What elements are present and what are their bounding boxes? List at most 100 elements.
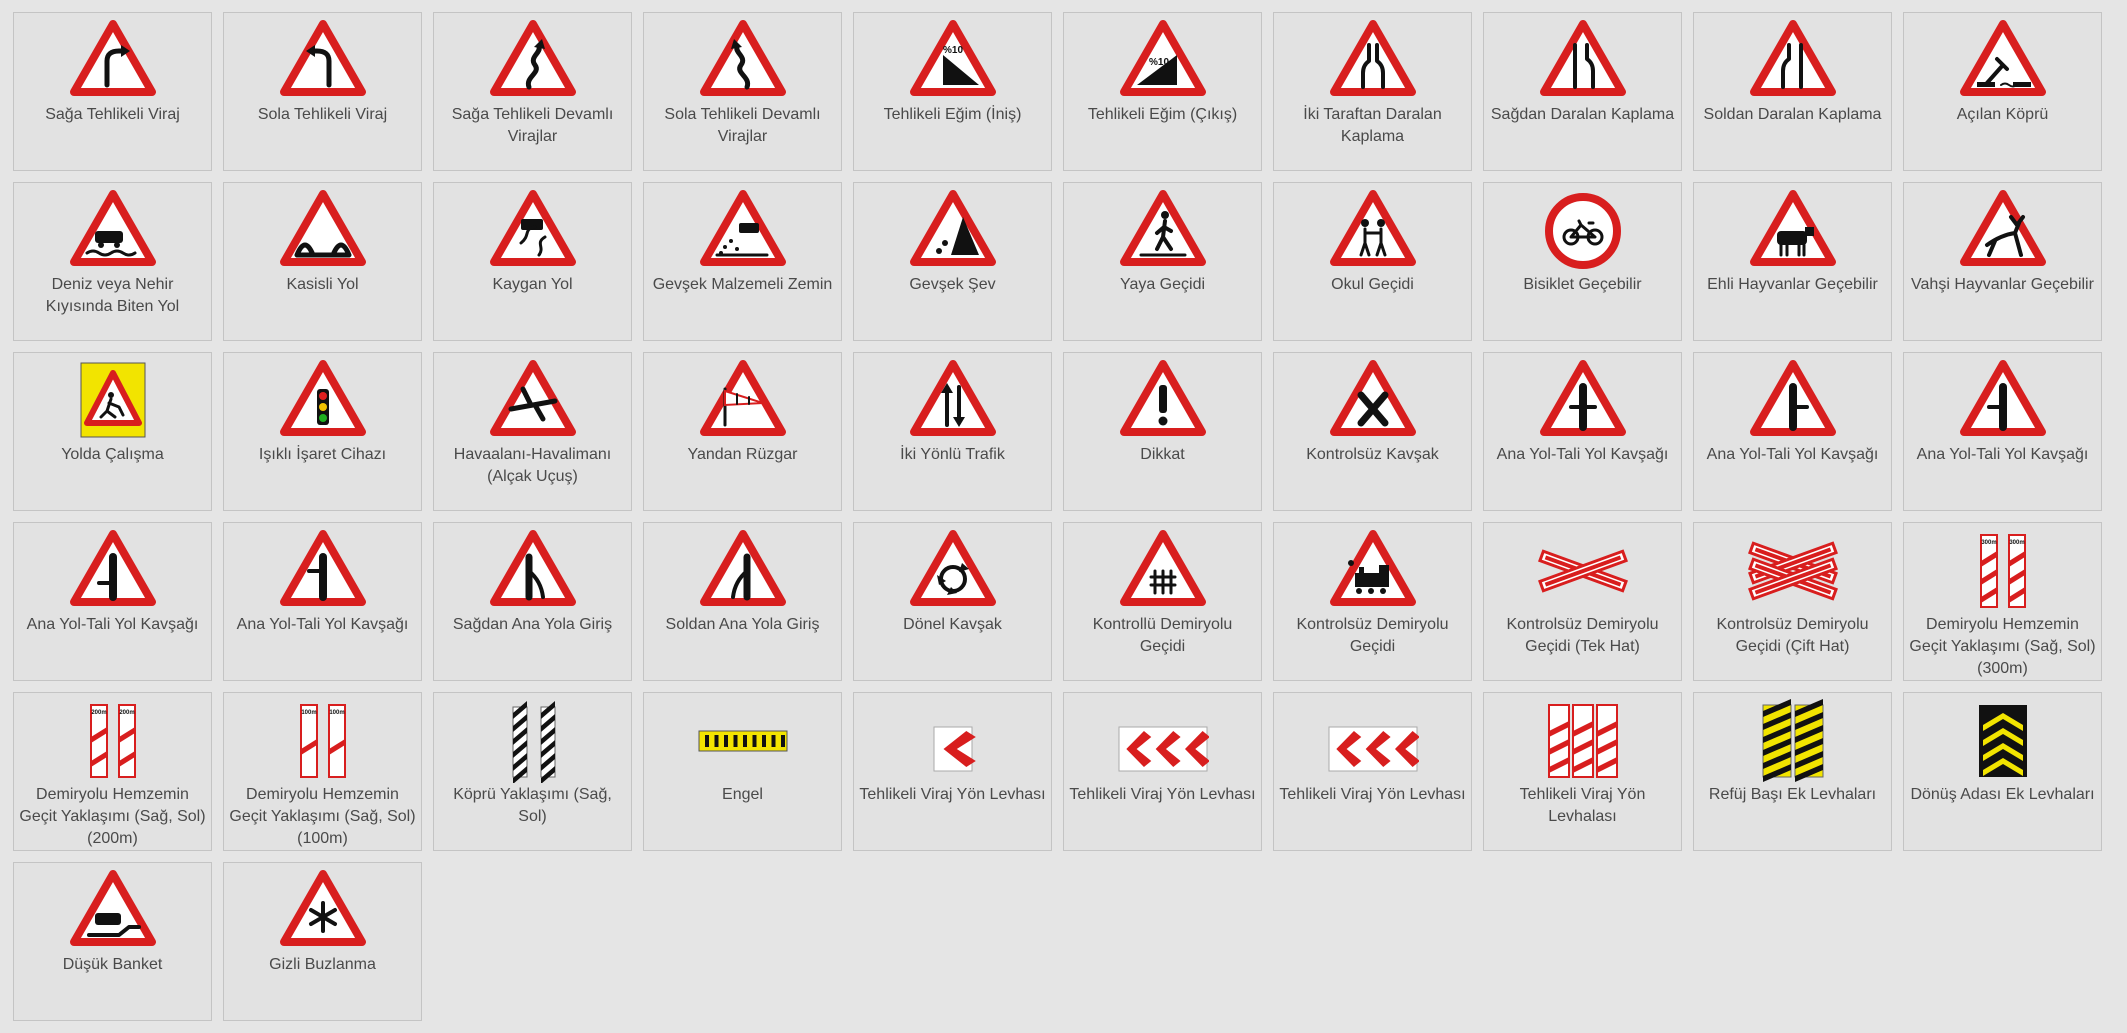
sign-card[interactable]: Kontrolsüz Demiryolu Geçidi	[1273, 522, 1472, 681]
sign-card[interactable]: Tehlikeli Viraj Yön Levhası	[1063, 692, 1262, 851]
sign-card[interactable]: Düşük Banket	[13, 862, 212, 1021]
deer-icon	[1959, 190, 2046, 266]
sign-card[interactable]: Sağa Tehlikeli Viraj	[13, 12, 212, 171]
sign-label: Okul Geçidi	[1331, 276, 1414, 293]
slippery-road-icon	[489, 190, 576, 266]
traffic-light-icon	[279, 360, 366, 436]
countdown-3-icon: 300m 300m	[1979, 534, 2026, 608]
school-crossing-icon	[1329, 190, 1416, 266]
sign-card[interactable]: İki Taraftan Daralan Kaplama	[1273, 12, 1472, 171]
sign-card[interactable]: Köprü Yaklaşımı (Sağ, Sol)	[433, 692, 632, 851]
bumpy-road-icon	[279, 190, 366, 266]
crosswind-icon	[699, 360, 786, 436]
sign-card[interactable]: Dönüş Adası Ek Levhaları	[1903, 692, 2102, 851]
sign-card[interactable]: Kontrolsüz Demiryolu Geçidi (Çift Hat)	[1693, 522, 1892, 681]
sign-card[interactable]: Kaygan Yol	[433, 182, 632, 341]
sign-card[interactable]: Sola Tehlikeli Devamlı Virajlar	[643, 12, 842, 171]
sign-card[interactable]: Deniz veya Nehir Kıyısında Biten Yol	[13, 182, 212, 341]
sign-label: Ana Yol-Tali Yol Kavşağı	[1916, 446, 2089, 463]
sign-card[interactable]: Soldan Ana Yola Giriş	[643, 522, 842, 681]
sign-label: Demiryolu Hemzemin Geçit Yaklaşımı (Sağ,…	[229, 786, 416, 847]
sign-label: Sağa Tehlikeli Devamlı Virajlar	[451, 106, 614, 145]
sign-card[interactable]: Gizli Buzlanma	[223, 862, 422, 1021]
sign-card[interactable]: Dönel Kavşak	[853, 522, 1052, 681]
sign-label: Kasisli Yol	[286, 276, 359, 293]
sign-card[interactable]: Kontrolsüz Demiryolu Geçidi (Tek Hat)	[1483, 522, 1682, 681]
sign-card[interactable]: Dikkat	[1063, 352, 1262, 511]
sign-card[interactable]: Gevşek Şev	[853, 182, 1052, 341]
sign-card[interactable]: Yolda Çalışma	[13, 352, 212, 511]
sign-card[interactable]: Açılan Köprü	[1903, 12, 2102, 171]
sign-card[interactable]: Yaya Geçidi	[1063, 182, 1262, 341]
sign-label: Açılan Köprü	[1956, 106, 2049, 123]
sign-card[interactable]: Havaalanı-Havalimanı (Alçak Uçuş)	[433, 352, 632, 511]
sign-card[interactable]: Ana Yol-Tali Yol Kavşağı	[223, 522, 422, 681]
svg-text:300m: 300m	[2009, 540, 2024, 546]
sign-card[interactable]: Kontrollü Demiryolu Geçidi	[1063, 522, 1262, 681]
sign-card[interactable]: Kontrolsüz Kavşak	[1273, 352, 1472, 511]
sign-card[interactable]: Ehli Hayvanlar Geçebilir	[1693, 182, 1892, 341]
sign-card[interactable]: Soldan Daralan Kaplama	[1693, 12, 1892, 171]
sign-label: Sağdan Daralan Kaplama	[1490, 106, 1675, 123]
sign-label: Soldan Daralan Kaplama	[1703, 106, 1882, 123]
sign-label: Ehli Hayvanlar Geçebilir	[1707, 276, 1878, 293]
sign-card[interactable]: Okul Geçidi	[1273, 182, 1472, 341]
roundabout-icon	[909, 530, 996, 606]
sign-label: Dönel Kavşak	[903, 616, 1002, 633]
svg-text:%10: %10	[1148, 57, 1168, 68]
sign-card[interactable]: Tehlikeli Viraj Yön Levhası	[853, 692, 1052, 851]
sign-label: Kontrollü Demiryolu Geçidi	[1092, 616, 1233, 655]
sign-label: Ana Yol-Tali Yol Kavşağı	[1496, 446, 1669, 463]
hazard-markers-icon	[1547, 704, 1618, 778]
sign-label: Sağdan Ana Yola Giriş	[452, 616, 613, 633]
sign-label: Demiryolu Hemzemin Geçit Yaklaşımı (Sağ,…	[19, 786, 206, 847]
svg-text:200m: 200m	[91, 710, 106, 716]
quay-icon	[69, 190, 156, 266]
low-flying-aircraft-icon	[489, 360, 576, 436]
sign-card[interactable]: Ana Yol-Tali Yol Kavşağı	[1693, 352, 1892, 511]
sign-card[interactable]: Sola Tehlikeli Viraj	[223, 12, 422, 171]
sign-label: İki Taraftan Daralan Kaplama	[1303, 106, 1442, 145]
road-work-icon	[80, 362, 145, 438]
descent-icon: %10	[909, 20, 996, 96]
sign-card[interactable]: Sağdan Ana Yola Giriş	[433, 522, 632, 681]
sign-label: Kontrolsüz Demiryolu Geçidi (Çift Hat)	[1716, 616, 1869, 655]
sign-card[interactable]: Ana Yol-Tali Yol Kavşağı	[13, 522, 212, 681]
sign-card[interactable]: Yandan Rüzgar	[643, 352, 842, 511]
sign-label: Tehlikeli Viraj Yön Levhası	[1279, 786, 1466, 803]
sign-label: Sola Tehlikeli Viraj	[257, 106, 388, 123]
train-icon	[1329, 530, 1416, 606]
sign-label: Ana Yol-Tali Yol Kavşağı	[1706, 446, 1879, 463]
sign-label: Soldan Ana Yola Giriş	[665, 616, 820, 633]
sign-card[interactable]: Refüj Başı Ek Levhaları	[1693, 692, 1892, 851]
sign-card[interactable]: %10 Tehlikeli Eğim (İniş)	[853, 12, 1052, 171]
sign-card[interactable]: Ana Yol-Tali Yol Kavşağı	[1483, 352, 1682, 511]
double-curve-left-icon	[699, 20, 786, 96]
sign-card[interactable]: 300m 300m Demiryolu Hemzemin Geçit Yaklaşı…	[1903, 522, 2102, 681]
sign-card[interactable]: Gevşek Malzemeli Zemin	[643, 182, 842, 341]
sign-label: Dönüş Adası Ek Levhaları	[1910, 786, 2095, 803]
refuge-markers-icon	[1762, 699, 1823, 782]
sign-card[interactable]: Bisiklet Geçebilir	[1483, 182, 1682, 341]
sign-card[interactable]: Kasisli Yol	[223, 182, 422, 341]
sign-card[interactable]: 200m 200m Demiryolu Hemzemin Geçit Yaklaşı…	[13, 692, 212, 851]
sign-card[interactable]: Vahşi Hayvanlar Geçebilir	[1903, 182, 2102, 341]
sign-card[interactable]: Tehlikeli Viraj Yön Levhası	[1273, 692, 1472, 851]
falling-rocks-icon	[909, 190, 996, 266]
sign-label: İki Yönlü Trafik	[900, 446, 1005, 463]
sign-card[interactable]: İki Yönlü Trafik	[853, 352, 1052, 511]
sign-label: Yolda Çalışma	[61, 446, 164, 463]
sign-card[interactable]: Engel	[643, 692, 842, 851]
sign-card[interactable]: Işıklı İşaret Cihazı	[223, 352, 422, 511]
sign-card[interactable]: Sağa Tehlikeli Devamlı Virajlar	[433, 12, 632, 171]
sign-label: Vahşi Hayvanlar Geçebilir	[1911, 276, 2094, 293]
sign-card[interactable]: 100m 100m Demiryolu Hemzemin Geçit Yaklaşı…	[223, 692, 422, 851]
single-cross-icon	[1537, 549, 1628, 593]
sign-card[interactable]: Tehlikeli Viraj Yön Levhalası	[1483, 692, 1682, 851]
sign-card[interactable]: %10 Tehlikeli Eğim (Çıkış)	[1063, 12, 1262, 171]
cattle-icon	[1749, 190, 1836, 266]
sign-card[interactable]: Ana Yol-Tali Yol Kavşağı	[1903, 352, 2102, 511]
sign-card[interactable]: Sağdan Daralan Kaplama	[1483, 12, 1682, 171]
svg-text:200m: 200m	[119, 710, 134, 716]
left-curve-icon	[279, 20, 366, 96]
